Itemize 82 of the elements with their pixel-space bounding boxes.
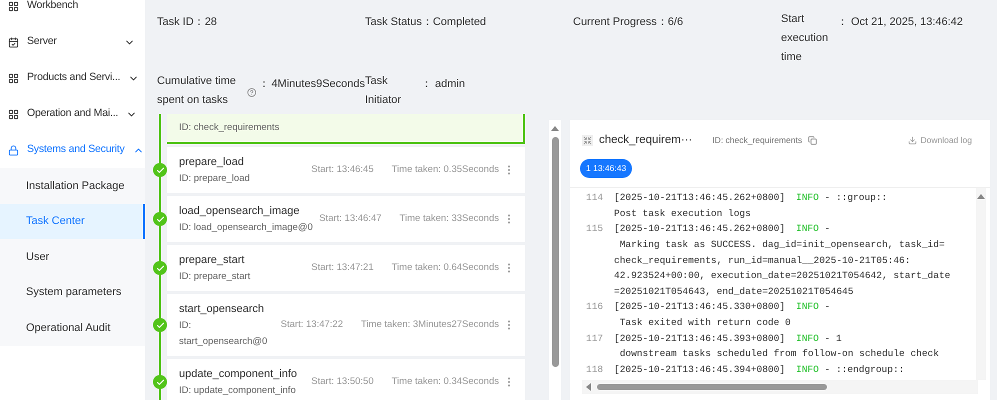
step-name: prepare_load: [179, 155, 245, 170]
field-value: 4Minutes9Seconds: [271, 76, 365, 92]
sidebar-item[interactable]: Operation and Mai...: [0, 96, 145, 132]
log-text: - ::endgroup::: [824, 362, 904, 377]
log-timestamp: [2025-10-21T13:46:45.262+0800]: [614, 191, 786, 206]
log-text: Task exited with return code 0: [618, 316, 792, 330]
log-timestamp: [2025-10-21T13:46:45.262+0800]: [614, 222, 786, 236]
sidebar-item[interactable]: Products and Servi...: [0, 60, 145, 96]
start-time: Start: 13:46:47: [319, 212, 382, 226]
log-timestamp: [2025-10-21T13:46:45.393+0800]: [614, 332, 786, 346]
time-taken: Time taken: 3Minutes27Seconds: [360, 318, 499, 332]
step-card[interactable]: ID: check_requirements: [167, 114, 525, 144]
step-id: ID: check_requirements: [179, 121, 280, 135]
sidebar-item[interactable]: Installation Package: [0, 168, 145, 204]
field-value: 28: [204, 15, 217, 30]
log-text: -: [824, 300, 830, 314]
start-time: Start: 13:47:21: [311, 260, 374, 275]
field-value: Completed: [432, 15, 486, 30]
step-id: ID: load_opensearch_image@0: [179, 221, 314, 235]
step-card[interactable]: prepare_start ID: prepare_start Start: 13:47:21 Time taken: 0.64Seconds: [167, 245, 525, 291]
line-number: 118: [586, 362, 604, 377]
sidebar-item[interactable]: Systems and Security: [0, 132, 145, 168]
step-name: load_opensearch_image: [179, 204, 300, 219]
time-taken: Time taken: 0.64Seconds: [392, 260, 499, 275]
log-text: - ::group::: [824, 191, 888, 206]
field-value: 6/6: [668, 15, 684, 30]
line-number: 116: [586, 300, 604, 314]
field-label: Start execution time: [781, 12, 830, 65]
sidebar-item[interactable]: Server: [0, 24, 145, 60]
start-time: Start: 13:50:50: [311, 374, 374, 389]
log-text: 42.923524+00:00, execution_date=20251021T054642, start_date: [614, 269, 950, 284]
sidebar-item[interactable]: User: [0, 239, 145, 275]
field-value: admin: [435, 76, 465, 92]
log-id: ID: check_requirements: [712, 134, 802, 147]
field-label: Task Status：: [365, 15, 433, 30]
step-id: ID: prepare_load: [179, 172, 251, 186]
log-level: INFO: [796, 191, 819, 206]
separator: ：: [421, 76, 432, 92]
sidebar-item[interactable]: Workbench: [0, 0, 145, 24]
line-number: 115: [586, 222, 604, 236]
field-label: Current Progress：: [573, 15, 668, 30]
step-card[interactable]: update_component_info ID: update_component_info Start: 13:50:50 Time taken: 0.34Seconds: [167, 359, 525, 400]
step-name: start_opensearch: [179, 302, 265, 317]
time-taken: Time taken: 0.34Seconds: [392, 374, 499, 389]
step-id: ID: start_opensearch@0: [179, 319, 268, 349]
separator: ：: [837, 15, 848, 30]
sidebar-item[interactable]: System parameters: [0, 274, 145, 310]
step-id: ID: update_component_info: [179, 384, 297, 398]
attempt-tag[interactable]: 1 13:46:43: [580, 159, 632, 178]
log-timestamp: [2025-10-21T13:46:45.330+0800]: [614, 300, 786, 314]
log-level: INFO: [796, 332, 819, 346]
log-text: downstream tasks scheduled from follow-on schedule check: [618, 347, 939, 362]
field-label: Task Initiator: [365, 74, 402, 108]
log-text: =20251021T054643, end_date=20251021T054645: [614, 284, 854, 299]
step-card[interactable]: start_opensearch ID: start_opensearch@0 Start: 13:47:22 Time taken: 3Minutes27Seconds: [167, 294, 525, 356]
field-label: Task ID：: [157, 15, 205, 30]
field-value: Oct 21, 2025, 13:46:42: [851, 15, 963, 30]
log-title: check_requirem···: [599, 133, 692, 148]
step-card[interactable]: load_opensearch_image ID: load_opensearch_image@0 Start: 13:46:47 Time taken: 33Seconds: [167, 196, 525, 242]
sidebar-item[interactable]: Operational Audit: [0, 310, 145, 346]
log-text: - 1: [824, 332, 842, 346]
start-time: Start: 13:47:22: [280, 318, 343, 332]
step-card[interactable]: prepare_load ID: prepare_load Start: 13:46:45 Time taken: 0.35Seconds: [167, 147, 525, 193]
time-taken: Time taken: 0.35Seconds: [392, 162, 499, 177]
step-name: update_component_info: [179, 367, 298, 382]
log-text: -: [824, 222, 830, 236]
line-number: 117: [586, 332, 604, 346]
start-time: Start: 13:46:45: [311, 162, 374, 177]
field-label: Cumulative time spent on tasks: [157, 74, 237, 108]
line-number: 114: [586, 191, 604, 206]
log-level: INFO: [796, 222, 819, 236]
log-text: Marking task as SUCCESS. dag_id=init_opensearch, task_id=: [618, 238, 946, 252]
log-level: INFO: [796, 300, 819, 314]
log-text: Post task execution logs: [614, 206, 752, 221]
time-taken: Time taken: 33Seconds: [400, 212, 499, 226]
log-text: check_requirements, run_id=manual__2025-10-21T05:46:: [614, 254, 912, 268]
sidebar-item[interactable]: Task Center: [0, 204, 145, 240]
step-name: prepare_start: [179, 253, 246, 268]
log-timestamp: [2025-10-21T13:46:45.394+0800]: [614, 362, 786, 377]
step-id: ID: prepare_start: [179, 270, 252, 284]
log-level: INFO: [796, 362, 819, 377]
separator: ：: [258, 76, 270, 92]
